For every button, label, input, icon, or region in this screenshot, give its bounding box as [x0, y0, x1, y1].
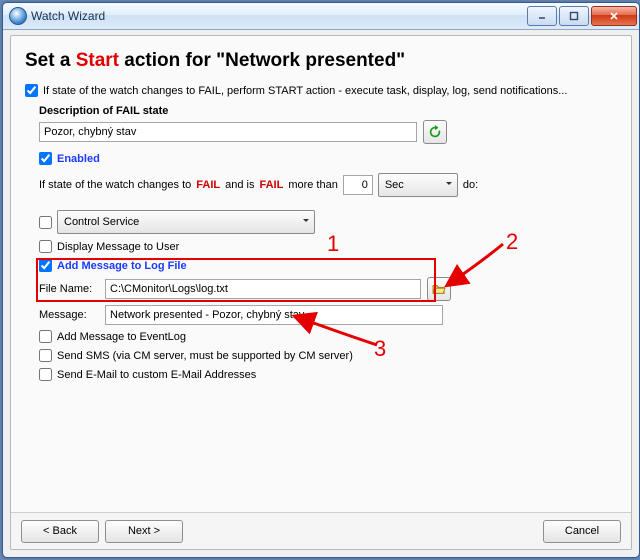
display-message-label: Display Message to User: [57, 241, 179, 253]
browse-file-button[interactable]: [427, 277, 451, 301]
client-area: Set a Start action for "Network presente…: [10, 35, 632, 550]
sms-label: Send SMS (via CM server, must be support…: [57, 350, 353, 362]
back-button[interactable]: < Back: [21, 520, 99, 543]
add-log-label: Add Message to Log File: [57, 260, 187, 272]
fail-delay-unit-select[interactable]: Sec: [378, 173, 458, 197]
add-log-checkbox[interactable]: [39, 259, 52, 272]
titlebar[interactable]: Watch Wizard: [3, 3, 639, 30]
fail-delay-input[interactable]: [343, 175, 373, 195]
file-name-input[interactable]: [105, 279, 421, 299]
fail-state-change-checkbox[interactable]: [25, 84, 38, 97]
file-name-label: File Name:: [39, 283, 99, 295]
footer-bar: < Back Next > Cancel: [11, 512, 631, 549]
maximize-button[interactable]: [559, 6, 589, 26]
eventlog-checkbox[interactable]: [39, 330, 52, 343]
refresh-icon: [428, 125, 442, 139]
enabled-label: Enabled: [57, 153, 100, 165]
fail-condition-row: If state of the watch changes to FAIL an…: [39, 173, 617, 197]
message-label: Message:: [39, 309, 99, 321]
message-input[interactable]: [105, 305, 443, 325]
fail-description-input[interactable]: [39, 122, 417, 142]
chevron-down-icon: [302, 216, 310, 228]
close-button[interactable]: [591, 6, 637, 26]
chevron-down-icon: [445, 179, 453, 191]
sms-checkbox[interactable]: [39, 349, 52, 362]
enabled-checkbox[interactable]: [39, 152, 52, 165]
folder-open-icon: [432, 283, 446, 295]
eventlog-label: Add Message to EventLog: [57, 331, 186, 343]
fail-state-change-label: If state of the watch changes to FAIL, p…: [43, 85, 567, 97]
refresh-button[interactable]: [423, 120, 447, 144]
watch-wizard-window: Watch Wizard Set a Start action for "Net…: [2, 2, 640, 558]
control-service-checkbox[interactable]: [39, 216, 52, 229]
display-message-checkbox[interactable]: [39, 240, 52, 253]
next-button[interactable]: Next >: [105, 520, 183, 543]
action-select[interactable]: Control Service: [57, 210, 315, 234]
minimize-button[interactable]: [527, 6, 557, 26]
window-title: Watch Wizard: [31, 9, 527, 23]
app-icon: [9, 7, 27, 25]
page-heading: Set a Start action for "Network presente…: [11, 36, 631, 82]
fail-description-label: Description of FAIL state: [39, 105, 617, 117]
email-checkbox[interactable]: [39, 368, 52, 381]
cancel-button[interactable]: Cancel: [543, 520, 621, 543]
email-label: Send E-Mail to custom E-Mail Addresses: [57, 369, 256, 381]
